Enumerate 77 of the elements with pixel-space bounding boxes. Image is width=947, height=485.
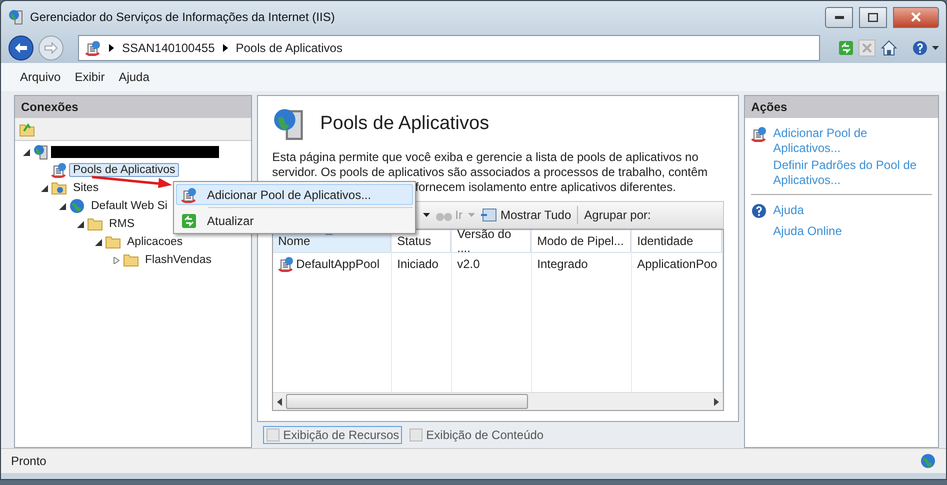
- menu-item[interactable]: Ajuda: [114, 68, 154, 86]
- breadcrumb-arrow-icon: [222, 44, 228, 52]
- close-icon: [911, 12, 921, 22]
- pane-title: Conexões: [15, 96, 252, 118]
- menu-item[interactable]: Atualizar: [176, 210, 413, 231]
- tree-item[interactable]: Sites: [69, 181, 103, 195]
- menu-item[interactable]: Exibir: [70, 68, 110, 86]
- status-text: Pronto: [11, 454, 46, 468]
- scroll-left-icon[interactable]: [277, 398, 282, 406]
- close-button[interactable]: [893, 6, 939, 28]
- server-status-icon: [920, 453, 936, 469]
- globe-icon: [69, 198, 85, 214]
- table-cell-text: Iniciado: [396, 256, 440, 273]
- collapse-arrow-icon[interactable]: [40, 184, 48, 192]
- minimize-button[interactable]: [825, 6, 853, 28]
- column-header[interactable]: Modo de Pipel...: [532, 230, 632, 253]
- column-header[interactable]: Status: [392, 230, 452, 253]
- tree-item[interactable]: Aplicacoes: [123, 235, 187, 249]
- collapse-arrow-icon[interactable]: [58, 202, 66, 210]
- scroll-right-icon[interactable]: [714, 398, 720, 406]
- folder-icon: [123, 253, 139, 267]
- home-icon[interactable]: [880, 39, 898, 57]
- table-cell-text: v2.0: [456, 256, 481, 273]
- application-pool-icon: [278, 256, 294, 272]
- tree-item[interactable]: Pools de Aplicativos: [69, 163, 180, 177]
- refresh-icon: [181, 212, 197, 228]
- group-by-label: Agrupar por:: [584, 208, 651, 222]
- description-text: fornecem isolamento entre aplicativos diferentes.: [415, 180, 676, 194]
- column-header[interactable]: Versão do ....: [452, 230, 532, 253]
- dropdown-caret-icon[interactable]: [932, 46, 939, 50]
- show-all-button[interactable]: Mostrar Tudo: [481, 208, 572, 222]
- table-cell-text: Integrado: [536, 256, 589, 273]
- sites-folder-icon: [51, 181, 67, 195]
- collapse-arrow-icon[interactable]: [76, 220, 84, 228]
- table-cell-text: ApplicationPoo: [636, 256, 718, 273]
- features-view-icon: [266, 428, 280, 442]
- breadcrumb[interactable]: Pools de Aplicativos: [236, 41, 342, 55]
- content-view-icon: [409, 428, 424, 442]
- application-pool-icon: [751, 126, 768, 142]
- application-pool-icon: [51, 162, 67, 178]
- pane-title: Ações: [745, 96, 938, 118]
- dropdown-caret-icon[interactable]: [423, 213, 430, 217]
- horizontal-scrollbar[interactable]: [273, 392, 724, 410]
- application-pool-icon: [181, 186, 197, 202]
- tree-item[interactable]: RMS: [105, 217, 139, 231]
- folder-icon: [87, 217, 103, 231]
- tree-item[interactable]: FlashVendas: [141, 253, 216, 267]
- description-text: servidor. Os pools de aplicativos são associados a processos de trabalho, contêm: [272, 165, 708, 179]
- page-title: Pools de Aplicativos: [320, 113, 490, 135]
- help-icon: [912, 40, 928, 56]
- show-all-icon: [481, 208, 498, 222]
- collapse-arrow-icon[interactable]: [94, 238, 102, 246]
- view-tab[interactable]: Exibição de Recursos: [263, 426, 402, 444]
- server-globe-icon: [33, 144, 49, 160]
- tree-item[interactable]: Default Web Si: [87, 199, 172, 213]
- folder-icon: [105, 235, 121, 249]
- connect-folder-icon[interactable]: [19, 122, 35, 136]
- menu-item[interactable]: Arquivo: [15, 68, 66, 86]
- expand-arrow-icon[interactable]: [112, 256, 120, 264]
- view-tab[interactable]: Exibição de Conteúdo: [406, 426, 547, 444]
- breadcrumb[interactable]: SSAN140100455: [122, 41, 215, 55]
- application-pool-icon: [85, 40, 101, 56]
- refresh-icon: [838, 40, 854, 56]
- window-title: Gerenciador do Serviços de Informações da Internet (IIS): [30, 10, 336, 24]
- help-icon: [751, 203, 768, 219]
- back-button[interactable]: [8, 35, 34, 61]
- description-text: Esta página permite que você exiba e gerencie a lista de pools de aplicativos no: [272, 150, 698, 164]
- address-bar[interactable]: SSAN140100455 Pools de Aplicativos: [78, 35, 820, 61]
- minimize-icon: [834, 16, 844, 18]
- column-header[interactable]: Identidade: [632, 230, 722, 253]
- table-cell: DefaultAppPool: [273, 253, 392, 275]
- breadcrumb-arrow-icon: [109, 44, 114, 52]
- menu-item[interactable]: Adicionar Pool de Aplicativos...: [176, 184, 413, 205]
- maximize-button[interactable]: [859, 6, 887, 28]
- server-globe-icon: [8, 9, 24, 25]
- collapse-arrow-icon[interactable]: [22, 148, 30, 156]
- maximize-icon: [868, 12, 878, 22]
